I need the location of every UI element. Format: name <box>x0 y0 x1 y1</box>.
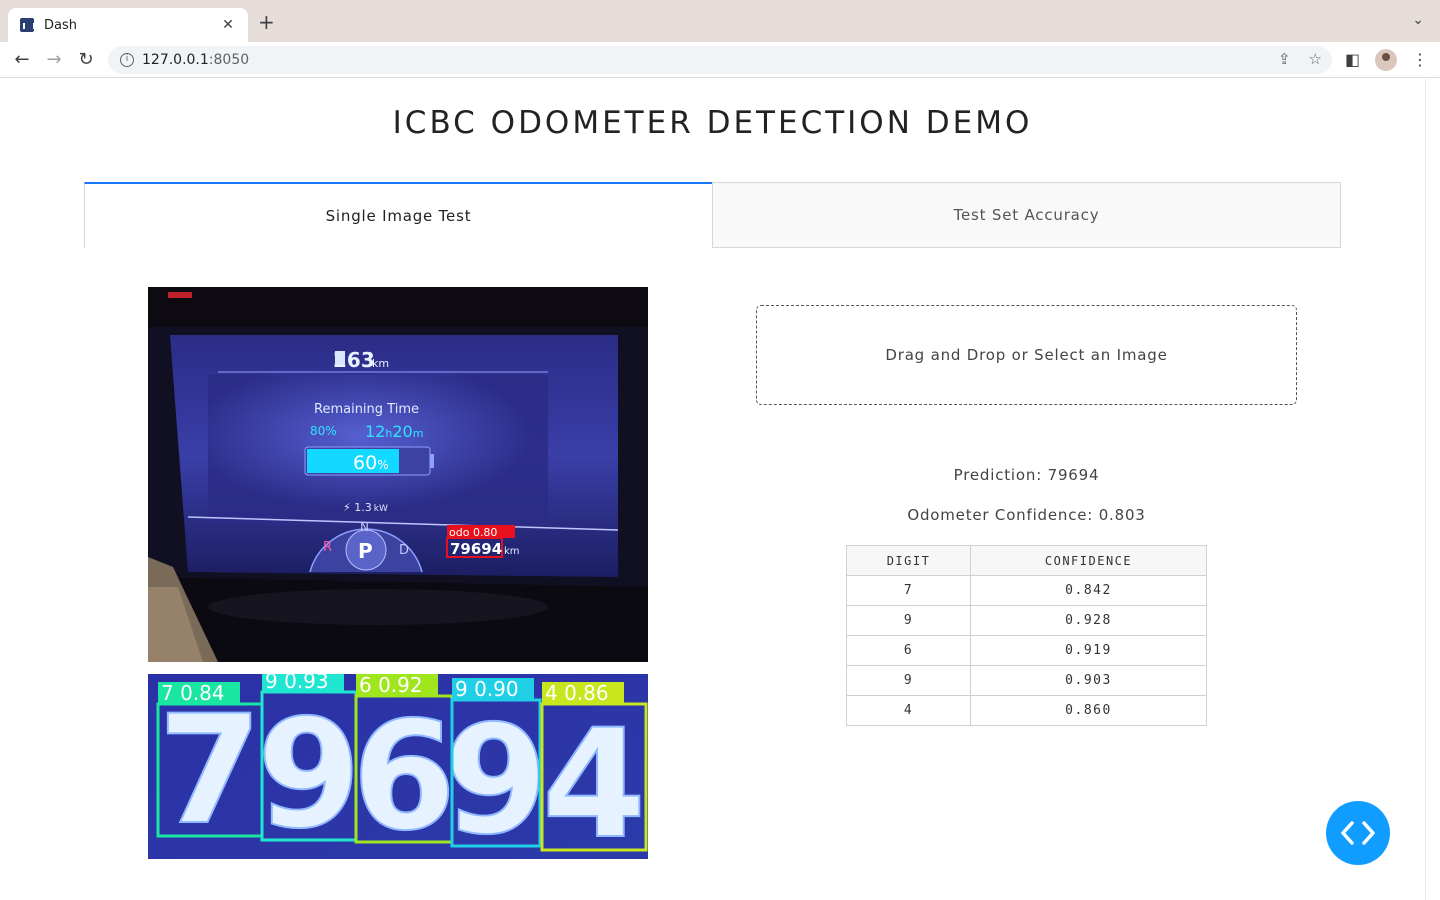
svg-text:P: P <box>358 539 373 563</box>
digit-detection-4: 99 0.90 <box>443 677 549 859</box>
digit-cell: 9 <box>846 605 971 636</box>
upload-dropzone[interactable]: Drag and Drop or Select an Image <box>756 305 1297 405</box>
digit-cell: 6 <box>846 635 971 666</box>
new-tab-plus-icon[interactable]: + <box>258 12 275 32</box>
digit-glyph: 7 <box>158 684 262 858</box>
dash-favicon-icon <box>20 18 35 32</box>
detection-label: 9 0.93 <box>265 674 329 693</box>
svg-text:km: km <box>504 546 520 557</box>
column-header-digit: DIGIT <box>846 545 971 576</box>
dash-app: ICBC ODOMETER DETECTION DEMO Single Imag… <box>0 79 1425 900</box>
table-header-row: DIGIT CONFIDENCE <box>846 545 1207 576</box>
table-row: 6 0.919 <box>846 635 1207 666</box>
digit-detection-2: 99 0.93 <box>256 674 362 859</box>
svg-text:D: D <box>399 543 409 558</box>
digit-cell: 7 <box>846 575 971 606</box>
digit-detection-1: 77 0.84 <box>156 681 264 859</box>
address-bar[interactable]: i 127.0.0.1:8050 ⇪ ☆ <box>108 46 1332 74</box>
code-brackets-icon <box>1341 821 1375 845</box>
star-icon[interactable]: ☆ <box>1309 50 1322 68</box>
chevron-down-icon[interactable]: ⌄ <box>1412 12 1424 28</box>
digit-detection-5: 44 0.86 <box>540 681 648 859</box>
digit-glyph: 6 <box>352 690 456 859</box>
svg-text:79694: 79694 <box>450 540 502 558</box>
range-unit: km <box>372 357 389 370</box>
digit-glyph: 9 <box>444 694 548 859</box>
table-row: 7 0.842 <box>846 575 1207 606</box>
more-menu-icon[interactable]: ⋮ <box>1412 50 1428 69</box>
tab-single-image-test[interactable]: Single Image Test <box>84 182 712 248</box>
svg-text:R: R <box>323 540 332 555</box>
confidence-cell: 0.860 <box>970 695 1207 726</box>
tab-title: Dash <box>44 17 77 33</box>
digit-glyph: 4 <box>542 698 646 859</box>
digit-cell: 9 <box>846 665 971 696</box>
confidence-cell: 0.842 <box>970 575 1207 606</box>
odometer-detection-image: 263 km Remaining Time 80% 12h20m 60% ⚡ 1… <box>148 287 648 662</box>
column-header-confidence: CONFIDENCE <box>970 545 1207 576</box>
confidence-cell: 0.919 <box>970 635 1207 666</box>
target-percent: 80% <box>310 424 337 438</box>
confidence-cell: 0.928 <box>970 605 1207 636</box>
odometer-confidence-text: Odometer Confidence: 0.803 <box>907 506 1146 524</box>
digit-detection-3: 66 0.92 <box>351 674 457 859</box>
detection-label: 7 0.84 <box>161 681 225 705</box>
digit-glyph: 9 <box>257 688 361 859</box>
side-panel-icon[interactable]: ◧ <box>1345 50 1360 69</box>
browser-toolbar: ← → ↻ i 127.0.0.1:8050 ⇪ ☆ ◧ ⋮ <box>0 42 1440 78</box>
dash-tabs: Single Image Test Test Set Accuracy <box>84 182 1341 248</box>
profile-avatar-icon[interactable] <box>1375 49 1397 71</box>
share-icon[interactable]: ⇪ <box>1278 50 1291 68</box>
forward-arrow-icon[interactable]: → <box>42 48 66 72</box>
back-arrow-icon[interactable]: ← <box>10 48 34 72</box>
digit-confidence-table: DIGIT CONFIDENCE 7 0.842 9 0.928 6 0.919… <box>846 545 1207 726</box>
reload-icon[interactable]: ↻ <box>74 48 98 72</box>
url-text: 127.0.0.1:8050 <box>142 52 250 68</box>
table-row: 9 0.928 <box>846 605 1207 636</box>
svg-text:N: N <box>360 520 369 534</box>
tab-test-set-accuracy[interactable]: Test Set Accuracy <box>712 182 1341 248</box>
close-icon[interactable]: ✕ <box>220 17 236 33</box>
detection-label: 6 0.92 <box>359 674 423 697</box>
remaining-time-label: Remaining Time <box>314 402 419 417</box>
browser-tab-strip: Dash ✕ + ⌄ <box>0 0 1440 42</box>
browser-tab[interactable]: Dash ✕ <box>8 8 248 42</box>
page-title: ICBC ODOMETER DETECTION DEMO <box>392 105 1033 141</box>
confidence-cell: 0.903 <box>970 665 1207 696</box>
detection-label: 9 0.90 <box>455 677 519 701</box>
digit-detection-image: 77 0.84 9 9 0.93 6 6 0.92 9 9 0.90 4 4 0.86 <box>148 674 648 859</box>
table-row: 4 0.860 <box>846 695 1207 726</box>
info-icon[interactable]: i <box>120 53 134 67</box>
table-row: 9 0.903 <box>846 665 1207 696</box>
digit-cell: 4 <box>846 695 971 726</box>
fuel-pump-icon <box>335 351 345 365</box>
prediction-text: Prediction: 79694 <box>953 466 1100 484</box>
debug-menu-button[interactable] <box>1326 801 1390 865</box>
page-scrollbar[interactable] <box>1425 79 1440 900</box>
detection-label: 4 0.86 <box>545 681 609 705</box>
